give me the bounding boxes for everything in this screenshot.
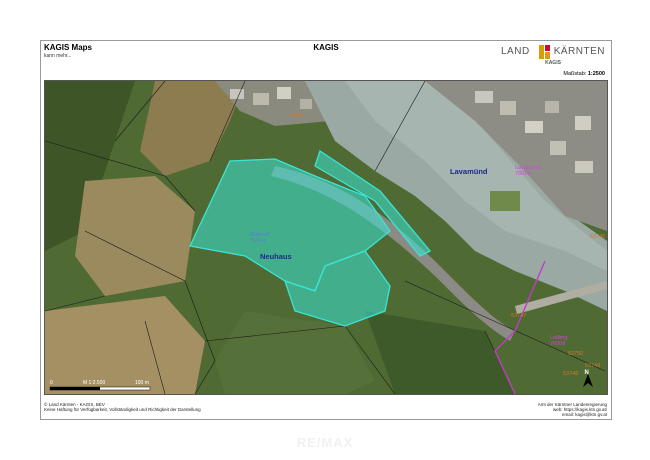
label-neuhaus: Neuhaus (260, 252, 292, 261)
map-frame[interactable]: Lavamünd Neuhaus Rothseh 76014 Lavamünd 76… (44, 80, 608, 395)
scalebar-middle: M 1:2.500 (83, 380, 105, 386)
road-label: 53748 (563, 371, 578, 377)
more-link[interactable]: kann mehr... (44, 53, 72, 59)
building (575, 161, 593, 173)
building (253, 93, 269, 105)
building (545, 101, 559, 113)
parcel-label-leifling: Leifling 76008 (550, 335, 567, 347)
orthophoto-map[interactable]: Lavamünd Neuhaus Rothseh 76014 Lavamünd 76… (45, 81, 607, 394)
disclaimer-text: Keine Haftung für Verfügbarkeit, Vollstä… (44, 407, 201, 412)
footer-right: Amt der Kärntner Landesregierung web: ht… (538, 402, 607, 417)
scale-indicator: Maßstab: 1:2500 (563, 71, 605, 77)
building (525, 121, 543, 133)
scalebar-end: 100 m (135, 380, 149, 386)
building (500, 101, 516, 115)
building (575, 116, 591, 130)
logo-left-text: LAND (501, 46, 530, 57)
label-lavamuend: Lavamünd (450, 167, 488, 176)
road-label: 53701 (290, 114, 305, 120)
scale-value: 1:2500 (587, 71, 605, 77)
coat-of-arms-icon (539, 45, 551, 59)
sports-field (490, 191, 520, 211)
building (300, 99, 312, 109)
svg-text:N: N (585, 370, 589, 376)
map-print-sheet: KAGIS Maps kann mehr... KAGIS LAND KÄRNT… (40, 40, 612, 420)
building (230, 89, 244, 99)
building (277, 87, 291, 99)
building (475, 91, 493, 103)
logo-right-text: KÄRNTEN (553, 46, 605, 57)
remax-watermark: RE/MAX (296, 435, 354, 450)
scale-label: Maßstab: (563, 71, 587, 77)
email-link[interactable]: email: kagis@ktn.gv.at (538, 412, 607, 417)
scalebar-start: 0 (50, 380, 53, 386)
logo-sub-text: KAGIS (545, 60, 561, 66)
building (550, 141, 566, 155)
footer-left: © Land Kärnten - KAGIS, BEV Keine Haftun… (44, 402, 201, 412)
road-label: 53747 (511, 313, 526, 319)
road-label: 53749 (585, 363, 600, 369)
road-label: 53746 (590, 234, 605, 240)
road-label: 53750 (568, 351, 583, 357)
land-kaernten-logo: LAND KÄRNTEN KAGIS (501, 45, 605, 67)
